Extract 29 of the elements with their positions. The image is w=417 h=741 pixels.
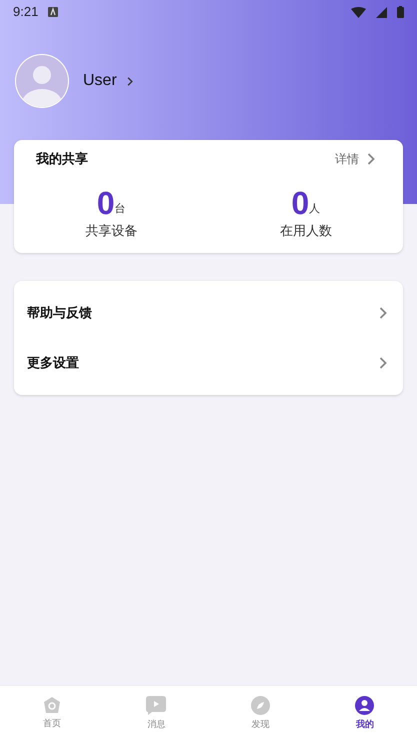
chevron-icon [379, 356, 387, 370]
stat-value: 0 [291, 186, 310, 218]
status-time: 9:21 [13, 3, 38, 22]
tab[interactable]: 发现 [208, 686, 313, 741]
stat-label: 共享设备 [85, 222, 138, 240]
menu-item[interactable]: 帮助与反馈 [14, 288, 403, 338]
menu-item[interactable]: 更多设置 [14, 338, 403, 388]
signal-icon [376, 6, 387, 18]
wifi-icon [351, 6, 366, 18]
notification-icon [48, 7, 58, 17]
username-link[interactable]: User [83, 69, 133, 93]
battery-icon [397, 6, 404, 18]
tab[interactable]: 我的 [312, 686, 417, 741]
chevron-icon [367, 152, 375, 165]
stat-value: 0 [96, 186, 115, 218]
chevron-icon [379, 306, 387, 320]
stat-label: 在用人数 [280, 222, 332, 240]
details-link[interactable]: 详情 [335, 150, 375, 168]
stat-unit: 人 [309, 202, 320, 217]
stat-unit: 台 [114, 202, 126, 217]
compass-icon [251, 696, 270, 715]
play-icon [146, 696, 166, 715]
avatar-icon[interactable] [14, 53, 70, 109]
person-icon [355, 696, 374, 715]
tab[interactable]: 首页 [0, 686, 104, 741]
card-title: 我的共享 [36, 150, 88, 168]
chevron-icon [126, 76, 133, 86]
home-icon [43, 696, 62, 714]
tab[interactable]: 消息 [104, 686, 208, 741]
